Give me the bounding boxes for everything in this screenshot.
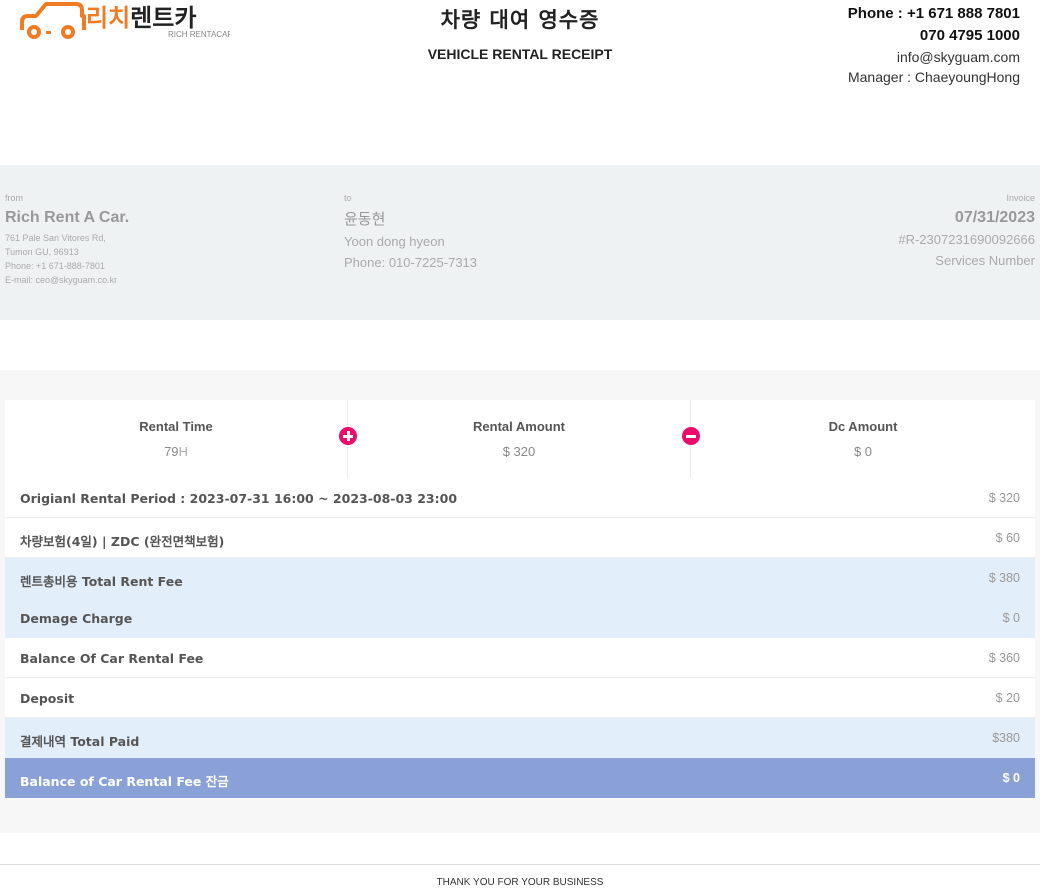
- row-label: Balance Of Car Rental Fee: [20, 651, 204, 666]
- row-label: 차량보험(4일) | ZDC (완전면책보험): [20, 534, 225, 549]
- contact-phone: Phone : +1 671 888 7801: [847, 5, 1020, 22]
- row-value: $ 60: [995, 531, 1020, 545]
- summary-dc-amount: Dc Amount $ 0: [691, 400, 1035, 478]
- row-value: $380: [992, 731, 1020, 745]
- to-name-korean: 윤동현: [344, 210, 386, 228]
- table-row: Demage Charge $ 0: [5, 598, 1035, 638]
- table-row: Origianl Rental Period : 2023-07-31 16:0…: [5, 478, 1035, 518]
- row-value: $ 20: [995, 691, 1020, 705]
- from-block: from Rich Rent A Car. 761 Pale San Vitor…: [5, 193, 129, 287]
- from-address-1: 761 Pale San Vitores Rd,: [5, 233, 106, 243]
- contact-info: Phone : +1 671 888 7801 070 4795 1000 in…: [848, 3, 1020, 87]
- dc-amount-value: $ 0: [853, 444, 873, 459]
- logo-english-text: RICH RENTACAR: [168, 30, 230, 39]
- rental-time-value: 79H: [5, 444, 347, 459]
- title-english: VEHICLE RENTAL RECEIPT: [427, 46, 613, 62]
- car-logo-icon: 리치렌트카 RICH RENTACAR: [20, 2, 233, 39]
- footer-divider: [0, 864, 1040, 865]
- table-row: Balance of Car Rental Fee 잔금 $ 0: [5, 758, 1035, 798]
- row-label: 렌트총비용 Total Rent Fee: [20, 574, 183, 589]
- summary-bar: Rental Time 79H Rental Amount $ 320 Dc A…: [5, 400, 1035, 479]
- rental-time-label: Rental Time: [139, 419, 213, 434]
- to-phone: Phone: 010-7225-7313: [344, 255, 478, 270]
- summary-rental-amount: Rental Amount $ 320: [348, 400, 690, 478]
- row-value: $ 0: [1002, 771, 1020, 785]
- row-label: Deposit: [20, 691, 75, 706]
- from-address-2: Tumon GU, 96913: [5, 247, 79, 257]
- services-number: Services Number: [935, 253, 1035, 268]
- logo-korean-text: 리치렌트카: [86, 4, 196, 32]
- title-korean: 차량 대여 영수증: [440, 8, 600, 32]
- row-label: 결제내역 Total Paid: [20, 734, 140, 749]
- to-block: to 윤동현 Yoon dong hyeon Phone: 010-7225-7…: [344, 193, 477, 273]
- rental-time-number: 79: [164, 444, 179, 459]
- contact-email: info@skyguam.com: [896, 49, 1020, 65]
- contact-phone-2: 070 4795 1000: [919, 27, 1020, 44]
- summary-rental-time: Rental Time 79H: [5, 400, 347, 478]
- dc-amount-label: Dc Amount: [828, 419, 898, 434]
- row-label: Origianl Rental Period : 2023-07-31 16:0…: [20, 491, 458, 506]
- company-logo: 리치렌트카 RICH RENTACAR: [20, 0, 233, 44]
- table-row: 결제내역 Total Paid $380: [5, 718, 1035, 758]
- from-phone: Phone: +1 671-888-7801: [5, 261, 105, 271]
- invoice-date: 07/31/2023: [954, 209, 1035, 226]
- row-label: Demage Charge: [20, 611, 133, 626]
- row-value: $ 320: [988, 491, 1020, 505]
- table-row: 차량보험(4일) | ZDC (완전면책보험) $ 60: [5, 518, 1035, 558]
- rental-amount-label: Rental Amount: [473, 419, 565, 434]
- address-band: from Rich Rent A Car. 761 Pale San Vitor…: [0, 165, 1040, 320]
- from-name: Rich Rent A Car.: [5, 209, 130, 226]
- to-label: to: [344, 193, 352, 203]
- table-row: 렌트총비용 Total Rent Fee $ 380: [5, 558, 1035, 598]
- invoice-block: Invoice 07/31/2023 #R-2307231690092666 S…: [898, 193, 1035, 271]
- receipt-title: 차량 대여 영수증 VEHICLE RENTAL RECEIPT: [320, 4, 720, 62]
- row-value: $ 0: [1002, 611, 1020, 625]
- from-email: E-mail: ceo@skyguam.co.kr: [5, 275, 118, 285]
- line-items: Origianl Rental Period : 2023-07-31 16:0…: [5, 478, 1035, 798]
- row-value: $ 360: [988, 651, 1020, 665]
- rental-time-unit: H: [178, 444, 188, 459]
- table-row: Balance Of Car Rental Fee $ 360: [5, 638, 1035, 678]
- row-value: $ 380: [988, 571, 1020, 585]
- from-label: from: [5, 193, 23, 203]
- footer-message: THANK YOU FOR YOUR BUSINESS: [436, 877, 604, 888]
- table-row: Deposit $ 20: [5, 678, 1035, 718]
- contact-manager: Manager : ChaeyoungHong: [847, 69, 1020, 85]
- invoice-label: Invoice: [1006, 193, 1035, 203]
- invoice-number: #R-2307231690092666: [898, 232, 1035, 247]
- to-name-english: Yoon dong hyeon: [344, 234, 445, 249]
- rental-amount-value: $ 320: [502, 444, 536, 459]
- row-label: Balance of Car Rental Fee 잔금: [20, 774, 229, 789]
